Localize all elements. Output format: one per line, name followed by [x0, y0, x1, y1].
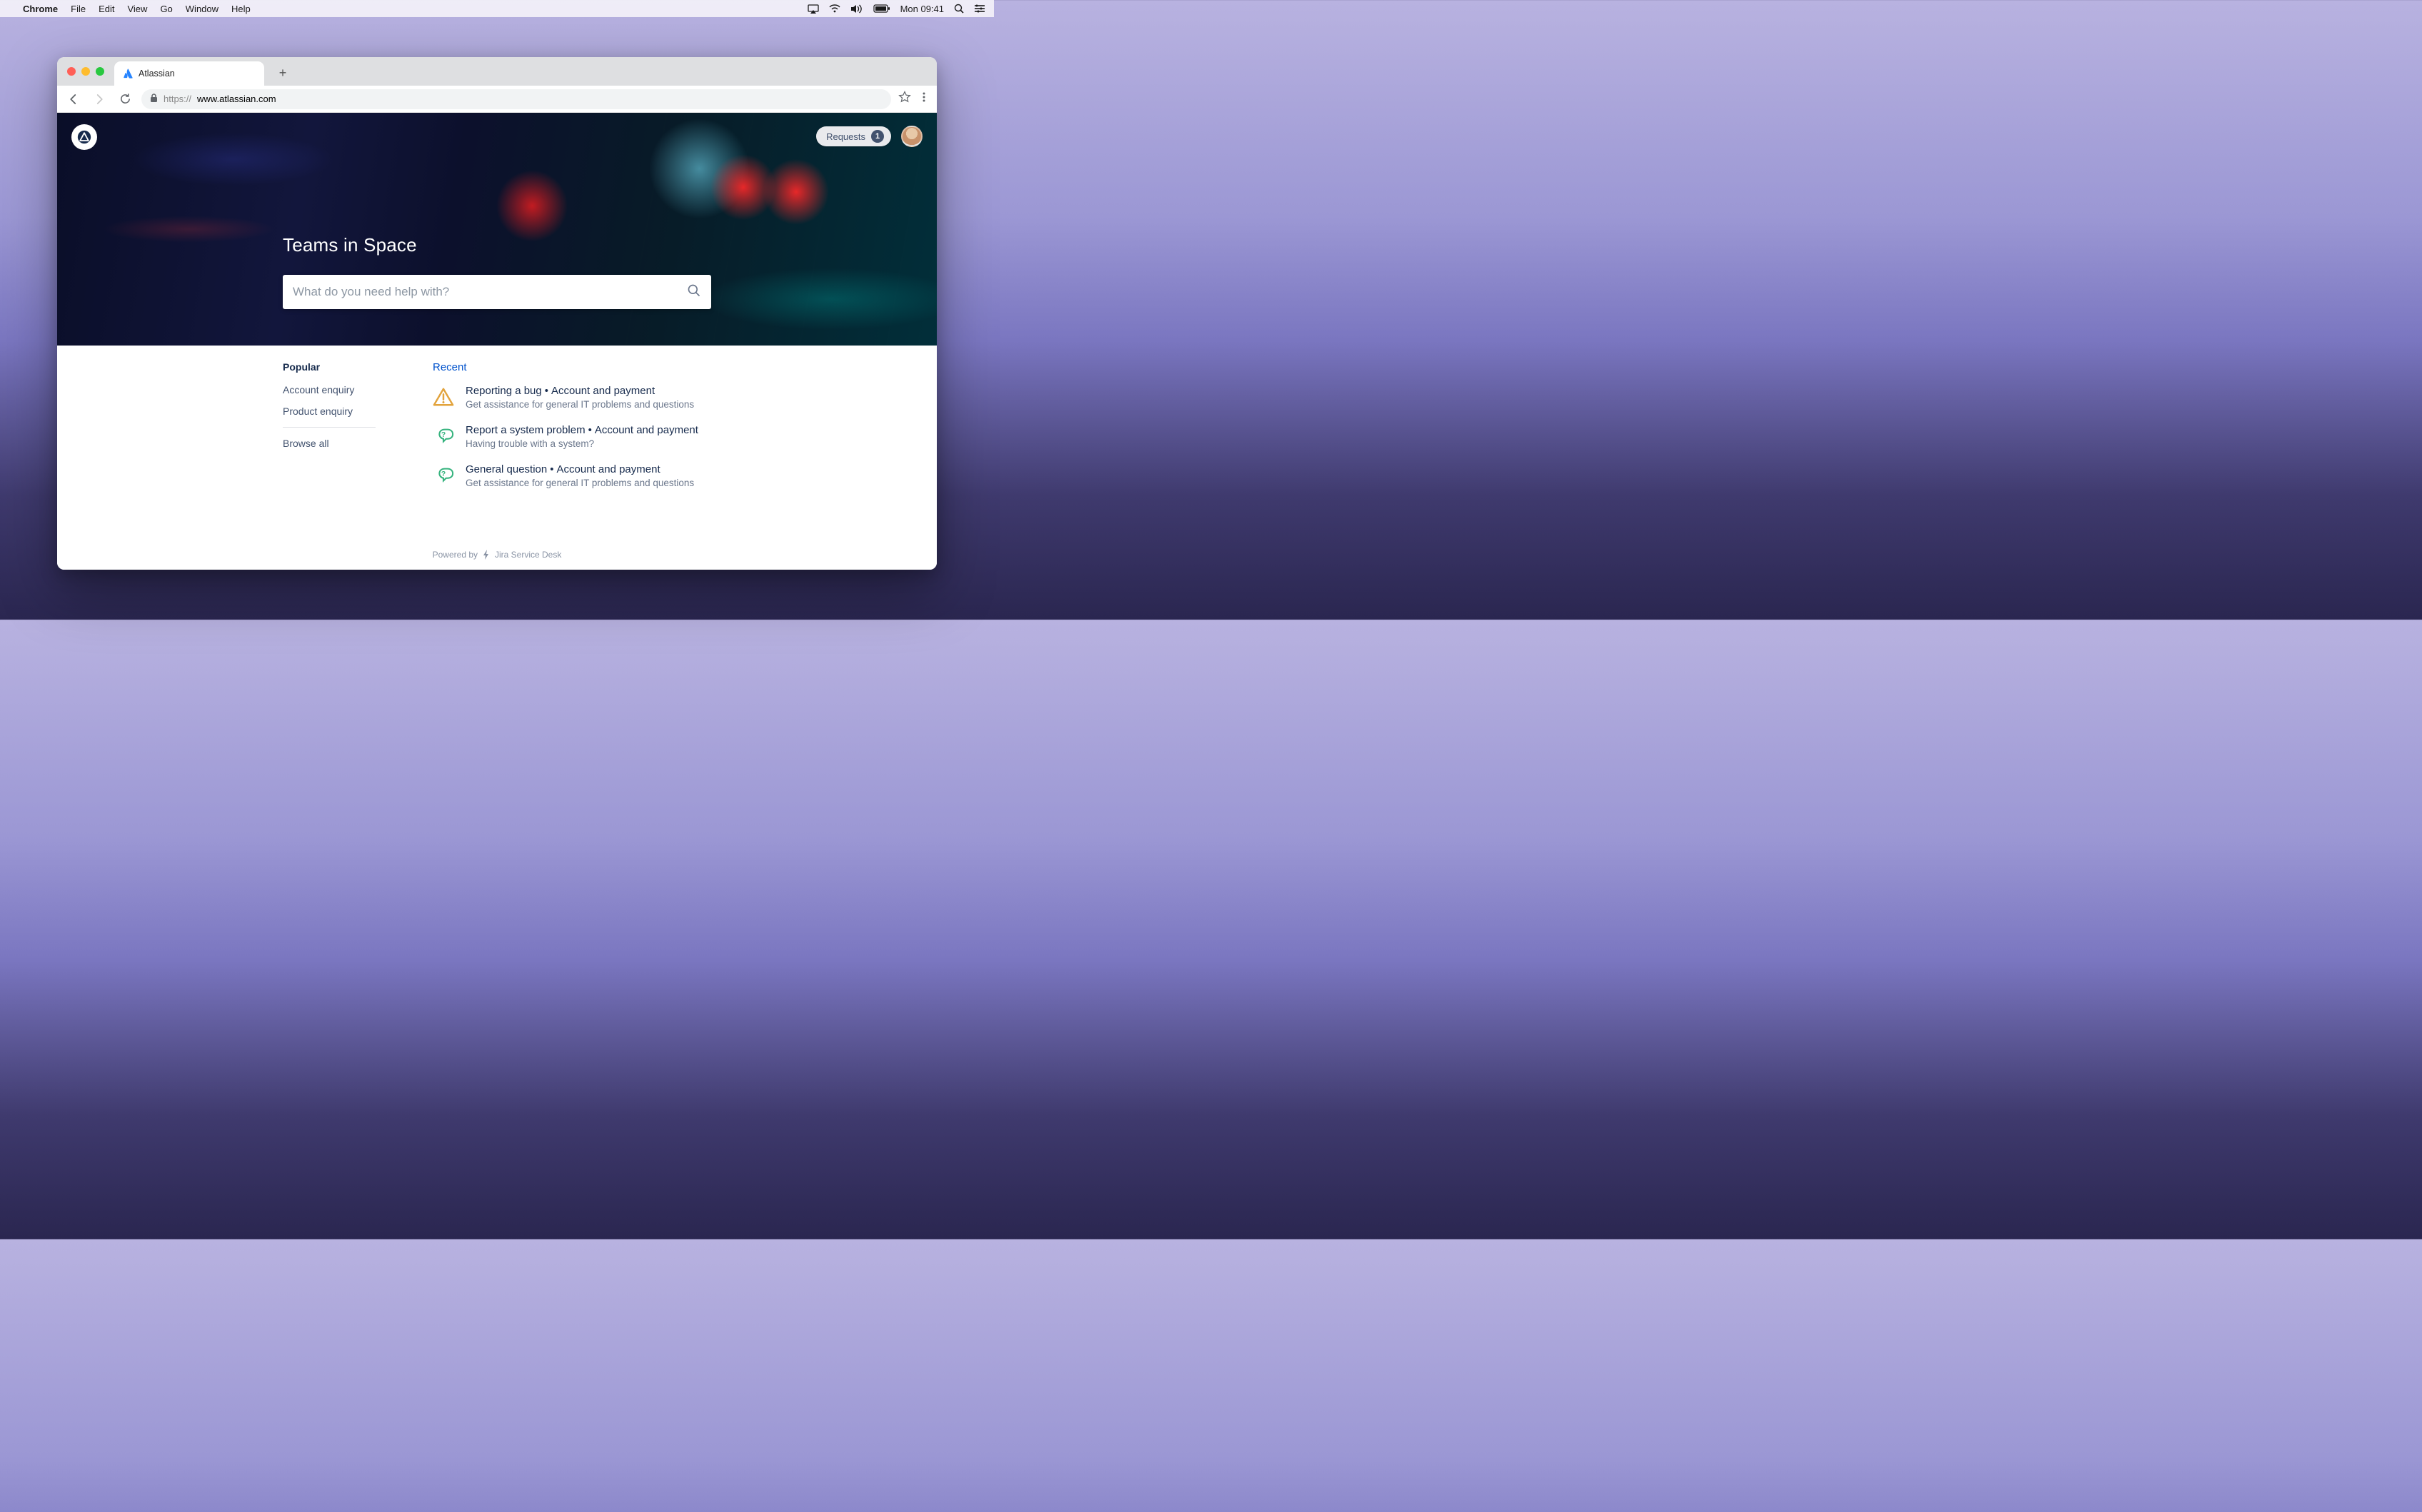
battery-icon[interactable]	[873, 4, 890, 13]
popular-link-account-enquiry[interactable]: Account enquiry	[283, 384, 376, 395]
jira-bolt-icon	[482, 550, 491, 560]
url-host: www.atlassian.com	[197, 94, 276, 104]
recent-item[interactable]: Reporting a bug•Account and payment Get …	[433, 385, 698, 410]
recent-item[interactable]: ? Report a system problem•Account and pa…	[433, 424, 698, 449]
mac-menu-help[interactable]: Help	[231, 4, 251, 14]
recent-item-title: General question•Account and payment	[466, 463, 694, 475]
mac-menu-window[interactable]: Window	[186, 4, 218, 14]
search-input[interactable]	[293, 285, 680, 299]
recent-item-desc: Get assistance for general IT problems a…	[466, 399, 694, 410]
url-toolbar: https:// www.atlassian.com	[57, 86, 937, 113]
control-center-icon[interactable]	[974, 4, 985, 13]
mac-menu-file[interactable]: File	[71, 4, 86, 14]
reload-button[interactable]	[116, 90, 134, 109]
back-button[interactable]	[64, 90, 83, 109]
spotlight-icon[interactable]	[954, 4, 964, 14]
warning-triangle-icon	[433, 386, 454, 408]
page-content: Requests 1 Teams in Space Popular Accoun…	[57, 113, 937, 570]
minimize-window-button[interactable]	[81, 67, 90, 76]
mac-menu-edit[interactable]: Edit	[99, 4, 114, 14]
recent-item-title: Reporting a bug•Account and payment	[466, 385, 694, 397]
question-bubble-icon: ?	[433, 425, 454, 447]
question-bubble-icon: ?	[433, 465, 454, 486]
popular-column: Popular Account enquiry Product enquiry …	[283, 361, 376, 503]
svg-text:?: ?	[441, 470, 446, 478]
browse-all-link[interactable]: Browse all	[283, 438, 376, 449]
mac-clock[interactable]: Mon 09:41	[900, 4, 944, 14]
browser-tab[interactable]: Atlassian	[114, 61, 264, 86]
window-controls	[67, 67, 104, 76]
footer: Powered by Jira Service Desk	[57, 550, 937, 560]
address-bar[interactable]: https:// www.atlassian.com	[141, 89, 891, 109]
divider	[283, 427, 376, 428]
mac-menu-view[interactable]: View	[127, 4, 147, 14]
popular-link-product-enquiry[interactable]: Product enquiry	[283, 405, 376, 417]
airplay-icon[interactable]	[808, 4, 819, 14]
powered-by-label: Powered by	[433, 550, 478, 560]
hero-banner: Requests 1 Teams in Space	[57, 113, 937, 346]
portal-title: Teams in Space	[283, 234, 711, 256]
search-icon	[687, 283, 701, 301]
recent-heading: Recent	[433, 361, 698, 373]
recent-item-desc: Having trouble with a system?	[466, 438, 698, 449]
tab-title: Atlassian	[139, 69, 175, 79]
browser-window: Atlassian + https:// www.atlassian.com	[57, 57, 937, 570]
forward-button[interactable]	[90, 90, 109, 109]
requests-button[interactable]: Requests 1	[816, 126, 891, 146]
chrome-menu-icon[interactable]	[918, 91, 930, 106]
mac-app-name[interactable]: Chrome	[23, 4, 58, 14]
requests-count-badge: 1	[871, 130, 884, 143]
volume-icon[interactable]	[850, 4, 863, 14]
url-protocol: https://	[164, 94, 191, 104]
mac-menubar: Chrome File Edit View Go Window Help Mon…	[0, 0, 994, 17]
close-window-button[interactable]	[67, 67, 76, 76]
lock-icon	[150, 94, 158, 105]
zoom-window-button[interactable]	[96, 67, 104, 76]
bookmark-star-icon[interactable]	[898, 91, 911, 107]
recent-item-title: Report a system problem•Account and paym…	[466, 424, 698, 436]
new-tab-button[interactable]: +	[273, 63, 293, 83]
portal-logo[interactable]	[71, 124, 97, 150]
user-avatar[interactable]	[901, 126, 923, 147]
triangle-logo-icon	[77, 130, 91, 144]
popular-heading: Popular	[283, 361, 376, 373]
tab-strip: Atlassian +	[57, 57, 937, 86]
wifi-icon[interactable]	[829, 4, 840, 13]
atlassian-favicon-icon	[123, 69, 133, 79]
recent-item[interactable]: ? General question•Account and payment G…	[433, 463, 698, 488]
recent-item-desc: Get assistance for general IT problems a…	[466, 478, 694, 488]
search-box[interactable]	[283, 275, 711, 309]
mac-menu-go[interactable]: Go	[160, 4, 172, 14]
svg-text:?: ?	[441, 431, 446, 439]
requests-label: Requests	[826, 131, 865, 142]
recent-column: Recent Reporting a bug•Account and payme…	[433, 361, 698, 503]
powered-by-product: Jira Service Desk	[495, 550, 561, 560]
